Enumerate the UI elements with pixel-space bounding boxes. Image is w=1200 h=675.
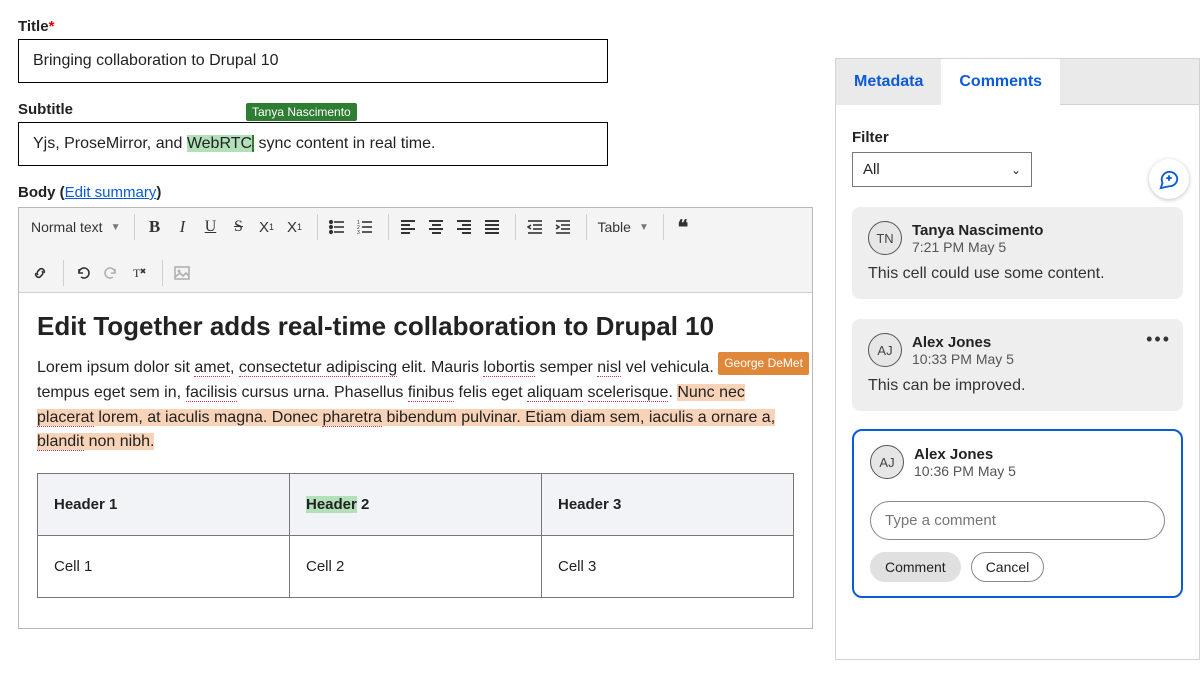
comment-card[interactable]: TN Tanya Nascimento 7:21 PM May 5 This c…	[852, 207, 1183, 299]
table-row: Cell 1 Cell 2 Cell 3	[38, 536, 794, 598]
presence-tag-george: George DeMet	[718, 352, 809, 375]
comment-compose: AJ Alex Jones 10:36 PM May 5 Comment Can…	[852, 429, 1183, 598]
outdent-button[interactable]	[522, 214, 548, 240]
superscript-button[interactable]: X1	[281, 214, 307, 240]
content-heading: Edit Together adds real-time collaborati…	[37, 311, 794, 342]
table-header-cell[interactable]: Header 1	[38, 474, 290, 536]
comment-input[interactable]	[870, 501, 1165, 540]
avatar-initials: AJ	[870, 445, 904, 479]
table-cell[interactable]: Cell 1	[38, 536, 290, 598]
table-dropdown[interactable]: Table▼	[593, 214, 652, 240]
strikethrough-button[interactable]: S	[225, 214, 251, 240]
content-table[interactable]: Header 1 Header 2 Header 3 Cell 1 Cell 2…	[37, 473, 794, 598]
image-button[interactable]	[169, 260, 195, 286]
align-left-button[interactable]	[395, 214, 421, 240]
table-header-row: Header 1 Header 2 Header 3	[38, 474, 794, 536]
clear-format-button[interactable]: T	[126, 260, 152, 286]
title-label: Title*	[18, 18, 815, 35]
presence-tag-tanya: Tanya Nascimento	[246, 103, 357, 121]
bulleted-list-button[interactable]	[324, 214, 350, 240]
edit-summary-link[interactable]: Edit summary	[65, 184, 157, 201]
comment-body: This can be improved.	[868, 377, 1167, 395]
avatar-initials: TN	[868, 221, 902, 255]
collab-selection: WebRTC	[187, 135, 252, 152]
comment-body: This cell could use some content.	[868, 265, 1167, 283]
body-label: Body (Edit summary)	[18, 184, 815, 201]
comment-author: Alex Jones	[914, 446, 1016, 463]
table-cell[interactable]: Cell 3	[542, 536, 794, 598]
comment-menu-icon[interactable]: •••	[1146, 329, 1171, 350]
comment-card[interactable]: ••• AJ Alex Jones 10:33 PM May 5 This ca…	[852, 319, 1183, 411]
table-header-cell[interactable]: Header 3	[542, 474, 794, 536]
add-comment-button[interactable]	[1149, 159, 1189, 199]
subscript-button[interactable]: X1	[253, 214, 279, 240]
svg-text:T: T	[133, 266, 141, 280]
filter-select[interactable]: All ⌄	[852, 152, 1032, 187]
numbered-list-button[interactable]: 123	[352, 214, 378, 240]
table-header-cell[interactable]: Header 2	[290, 474, 542, 536]
toolbar: Normal text▼ B I U S X1 X1 123	[19, 208, 812, 293]
comment-cancel-button[interactable]: Cancel	[971, 552, 1045, 582]
align-center-button[interactable]	[423, 214, 449, 240]
comment-time: 7:21 PM May 5	[912, 239, 1043, 255]
editor: Normal text▼ B I U S X1 X1 123	[18, 207, 813, 629]
comment-author: Alex Jones	[912, 334, 1014, 351]
svg-text:3: 3	[357, 230, 360, 235]
align-right-button[interactable]	[451, 214, 477, 240]
indent-button[interactable]	[550, 214, 576, 240]
content-paragraph: Lorem ipsum dolor sit amet, consectetur …	[37, 356, 794, 455]
blockquote-button[interactable]: ❝	[670, 214, 696, 240]
table-cell[interactable]: Cell 2	[290, 536, 542, 598]
comment-time: 10:36 PM May 5	[914, 463, 1016, 479]
align-justify-button[interactable]	[479, 214, 505, 240]
filter-label: Filter	[852, 129, 1183, 146]
sidebar-tabs: Metadata Comments	[835, 58, 1200, 105]
link-button[interactable]	[27, 260, 53, 286]
block-style-dropdown[interactable]: Normal text▼	[27, 214, 124, 240]
chevron-down-icon: ⌄	[1011, 163, 1021, 177]
subtitle-input[interactable]: Yjs, ProseMirror, and WebRTC sync conten…	[18, 122, 608, 166]
comment-time: 10:33 PM May 5	[912, 351, 1014, 367]
tab-comments[interactable]: Comments	[941, 59, 1060, 105]
comment-author: Tanya Nascimento	[912, 222, 1043, 239]
title-input[interactable]: Bringing collaboration to Drupal 10	[18, 39, 608, 83]
bold-button[interactable]: B	[141, 214, 167, 240]
redo-button[interactable]	[98, 260, 124, 286]
avatar-initials: AJ	[868, 333, 902, 367]
tab-metadata[interactable]: Metadata	[836, 59, 941, 105]
underline-button[interactable]: U	[197, 214, 223, 240]
italic-button[interactable]: I	[169, 214, 195, 240]
comment-submit-button[interactable]: Comment	[870, 552, 961, 582]
subtitle-label: Subtitle	[18, 101, 815, 118]
undo-button[interactable]	[70, 260, 96, 286]
editor-body[interactable]: Edit Together adds real-time collaborati…	[19, 293, 812, 628]
